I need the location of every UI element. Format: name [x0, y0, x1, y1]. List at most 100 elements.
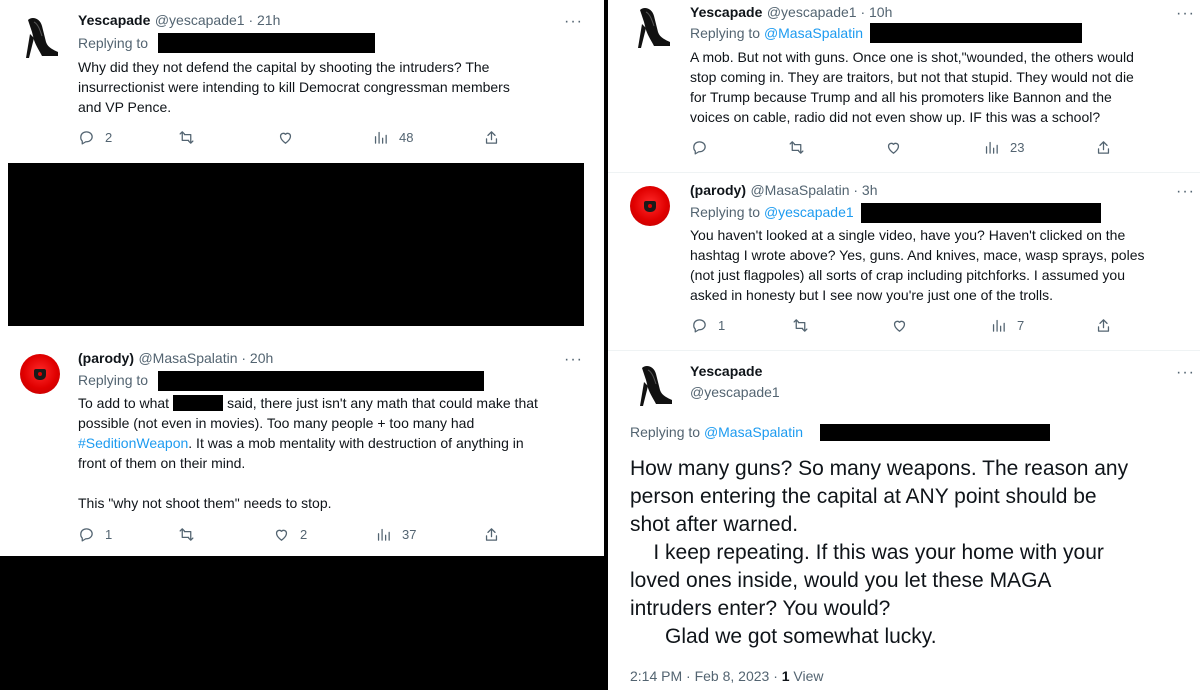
author-name[interactable]: (parody) — [690, 182, 746, 198]
divider — [608, 350, 1200, 351]
tweet4-text: You haven't looked at a single video, ha… — [690, 225, 1195, 305]
text-line: voices on cable, radio did not even show… — [690, 109, 1101, 125]
reply-count: 2 — [105, 130, 113, 145]
views-icon — [992, 319, 1005, 332]
share-button[interactable] — [483, 526, 500, 543]
views-count: 37 — [402, 527, 417, 542]
retweet-button[interactable] — [178, 526, 205, 543]
avatar-high-heel-icon[interactable] — [634, 360, 674, 408]
author-handle[interactable]: @yescapade1 · 10h — [767, 4, 893, 20]
main-author-handle[interactable]: @yescapade1 — [690, 384, 780, 400]
retweet-icon — [179, 131, 194, 144]
text-line: asked in honesty but I see now you're ju… — [690, 287, 1053, 303]
views-count: 7 — [1017, 318, 1025, 333]
reply-link[interactable]: @yescapade1 — [764, 204, 854, 220]
views-button[interactable]: 23 — [983, 139, 1024, 156]
tweet3-text: A mob. But not with guns. Once one is sh… — [690, 47, 1195, 127]
reply-link[interactable]: @MasaSpalatin — [764, 25, 863, 41]
avatar-red-icon[interactable] — [630, 186, 670, 226]
reply-button[interactable] — [691, 139, 718, 156]
reply-icon — [80, 528, 93, 542]
avatar-red-icon[interactable] — [20, 354, 60, 394]
tweet2-text: To add to what said, there just isn't any… — [78, 393, 588, 513]
share-button[interactable] — [483, 129, 500, 146]
replying-to: Replying to — [78, 372, 148, 388]
views-button[interactable]: 48 — [372, 129, 413, 146]
text-line: front of them on their mind. — [78, 455, 246, 471]
reply-button[interactable]: 2 — [78, 129, 112, 146]
author-handle[interactable]: @MasaSpalatin · 3h — [750, 182, 877, 198]
text-line: (not just flagpoles) all sorts of crap i… — [690, 267, 1125, 283]
reply-icon — [693, 319, 706, 333]
replying-to-label: Replying to — [78, 372, 149, 388]
main-timestamp: 2:14 PM · Feb 8, 2023 · 1 View — [630, 668, 824, 684]
more-icon[interactable]: ··· — [1176, 6, 1195, 22]
hashtag-link[interactable]: #SeditionWeapon — [78, 435, 188, 451]
text-line: and VP Pence. — [78, 99, 172, 115]
like-button[interactable]: 2 — [273, 526, 307, 543]
share-icon — [1097, 319, 1110, 332]
replying-to: Replying to @MasaSpalatin — [690, 25, 863, 41]
text-line: #SeditionWeapon. It was a mob mentality … — [78, 433, 588, 453]
more-icon[interactable]: ··· — [564, 14, 583, 30]
like-icon — [887, 142, 900, 154]
reply-link[interactable]: @MasaSpalatin — [704, 424, 803, 440]
author-handle[interactable]: @MasaSpalatin · 20h — [138, 350, 273, 366]
retweet-button[interactable] — [178, 129, 205, 146]
views-count: 23 — [1010, 140, 1025, 155]
text-line: Why did they not defend the capital by s… — [78, 59, 490, 75]
reply-icon — [80, 131, 93, 145]
more-icon[interactable]: ··· — [1176, 184, 1195, 200]
replying-to: Replying to — [78, 35, 148, 51]
view-label: View — [789, 668, 824, 684]
text-segment: To add to what — [78, 395, 170, 411]
share-icon — [1097, 141, 1110, 154]
author-handle[interactable]: @yescapade1 · 21h — [155, 12, 281, 28]
retweet-icon — [789, 141, 804, 154]
replying-to-label: Replying to — [690, 204, 761, 220]
tweet3-header: Yescapade @yescapade1 · 10h — [690, 4, 892, 22]
like-icon — [275, 529, 288, 541]
like-button[interactable] — [885, 139, 912, 156]
right-panel: Yescapade @yescapade1 · 10h ··· Replying… — [608, 0, 1200, 690]
retweet-button[interactable] — [788, 139, 815, 156]
divider — [608, 172, 1200, 173]
main-author-name[interactable]: Yescapade — [690, 363, 762, 379]
retweet-icon — [179, 528, 194, 541]
share-button[interactable] — [1095, 139, 1112, 156]
redacted-block — [158, 371, 484, 391]
views-icon — [374, 131, 387, 144]
text-segment: said, there just isn't any math that cou… — [227, 395, 538, 411]
reply-count: 1 — [718, 318, 726, 333]
author-name[interactable]: Yescapade — [78, 12, 150, 28]
replying-to-label: Replying to — [690, 25, 761, 41]
timestamp-text[interactable]: 2:14 PM · Feb 8, 2023 · — [630, 668, 782, 684]
main-tweet-text: How many guns? So many weapons. The reas… — [630, 457, 1129, 648]
more-icon[interactable]: ··· — [564, 352, 583, 368]
text-line: To add to what said, there just isn't any… — [78, 393, 588, 413]
text-line: A mob. But not with guns. Once one is sh… — [690, 49, 1134, 65]
text-line: stop coming in. They are traitors, but n… — [690, 69, 1134, 85]
author-name[interactable]: Yescapade — [690, 4, 762, 20]
reply-button[interactable]: 1 — [691, 317, 725, 334]
author-name[interactable]: (parody) — [78, 350, 134, 366]
like-count: 2 — [300, 527, 308, 542]
replying-to-label: Replying to — [630, 424, 701, 440]
more-icon[interactable]: ··· — [1176, 365, 1195, 381]
like-button[interactable] — [277, 129, 304, 146]
views-button[interactable]: 37 — [375, 526, 416, 543]
tweet1-header: Yescapade @yescapade1 · 21h — [78, 12, 280, 30]
reply-button[interactable]: 1 — [78, 526, 112, 543]
share-icon — [485, 131, 498, 144]
views-button[interactable]: 7 — [990, 317, 1024, 334]
text-segment: . It was a mob mentality with destructio… — [188, 435, 524, 451]
redacted-block — [870, 23, 1082, 43]
redacted-block — [8, 163, 584, 326]
avatar-high-heel-icon[interactable] — [632, 2, 672, 50]
avatar-high-heel-icon[interactable] — [20, 12, 60, 60]
like-button[interactable] — [891, 317, 918, 334]
share-button[interactable] — [1095, 317, 1112, 334]
text-line: hashtag I wrote above? Yes, guns. And kn… — [690, 247, 1145, 263]
retweet-button[interactable] — [792, 317, 819, 334]
reply-count: 1 — [105, 527, 113, 542]
